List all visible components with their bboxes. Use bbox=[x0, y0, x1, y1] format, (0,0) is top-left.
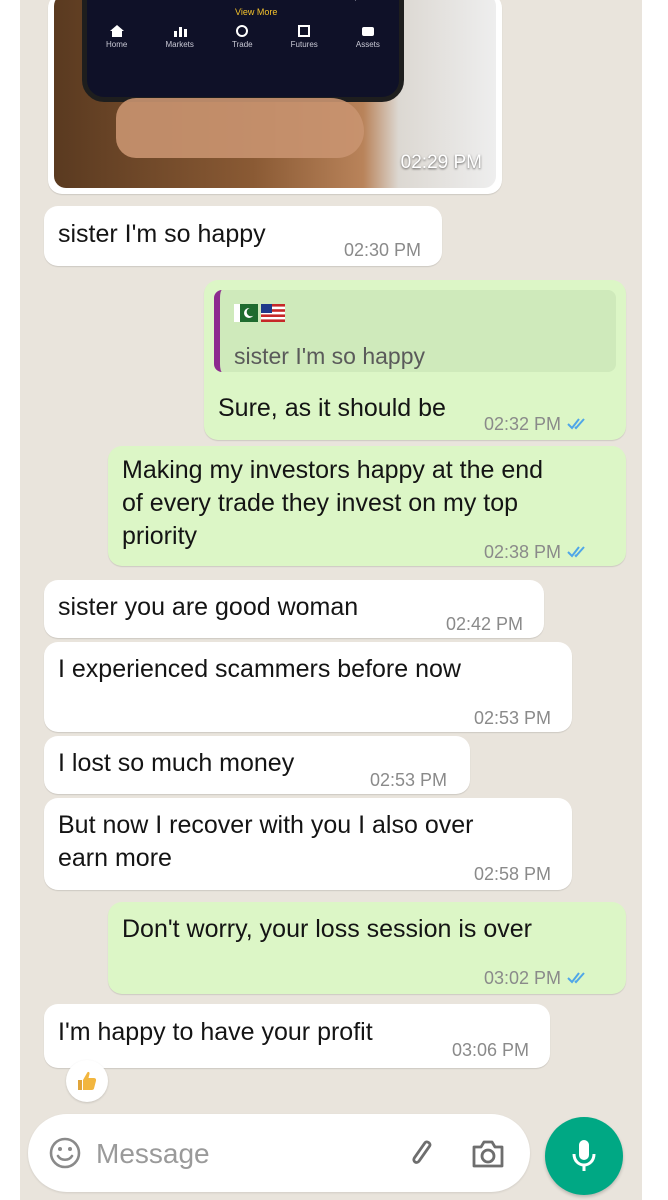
quoted-author bbox=[234, 302, 286, 335]
paperclip-icon[interactable] bbox=[406, 1136, 442, 1172]
message-text: Making my investors happy at the end of … bbox=[122, 456, 544, 550]
trade-icon bbox=[236, 25, 249, 37]
message-text: I'm happy to have your profit bbox=[58, 1018, 373, 1046]
emoji-icon[interactable] bbox=[48, 1136, 82, 1170]
outgoing-message[interactable]: Making my investors happy at the end of … bbox=[108, 446, 626, 566]
message-timestamp: 03:02 PM bbox=[484, 962, 589, 996]
incoming-message[interactable]: I lost so much money 02:53 PM bbox=[44, 736, 470, 794]
message-composer bbox=[28, 1114, 530, 1192]
message-text: sister you are good woman bbox=[58, 593, 359, 621]
message-timestamp: 02:53 PM bbox=[370, 770, 448, 790]
phone-nav-futures: Futures bbox=[291, 25, 318, 49]
image-timestamp: 02:29 PM bbox=[400, 152, 482, 173]
phone-nav-home: Home bbox=[106, 25, 127, 49]
chat-image[interactable]: View More -1.2% $5.63 Home Markets Trade bbox=[54, 0, 496, 188]
message-text: But now I recover with you I also over e… bbox=[58, 811, 474, 872]
finger-in-photo bbox=[116, 98, 364, 158]
quoted-message[interactable]: sister I'm so happy bbox=[214, 290, 616, 372]
read-ticks-icon bbox=[567, 537, 589, 570]
microphone-icon bbox=[572, 1140, 596, 1171]
message-timestamp: 02:53 PM bbox=[474, 708, 552, 728]
message-input[interactable] bbox=[94, 1134, 388, 1174]
message-timestamp: 02:32 PM bbox=[484, 408, 589, 442]
phone-nav-markets: Markets bbox=[165, 25, 194, 49]
message-text: I experienced scammers before now bbox=[58, 655, 461, 683]
phone-view-more-label: View More bbox=[235, 7, 278, 17]
voice-record-button[interactable] bbox=[545, 1117, 623, 1195]
incoming-message[interactable]: But now I recover with you I also over e… bbox=[44, 798, 572, 890]
message-text: Sure, as it should be bbox=[218, 394, 446, 422]
message-timestamp: 02:30 PM bbox=[344, 240, 422, 260]
message-text: Don't worry, your loss session is over bbox=[122, 915, 532, 943]
incoming-message[interactable]: sister I'm so happy 02:30 PM bbox=[44, 206, 442, 266]
home-icon bbox=[109, 25, 124, 37]
bar-chart-icon bbox=[173, 27, 187, 37]
message-timestamp: 02:38 PM bbox=[484, 536, 589, 570]
futures-icon bbox=[298, 25, 311, 37]
image-message[interactable]: View More -1.2% $5.63 Home Markets Trade bbox=[48, 0, 502, 194]
phone-nav-trade: Trade bbox=[232, 25, 253, 49]
thumbs-up-icon[interactable] bbox=[66, 1060, 108, 1102]
incoming-message[interactable]: sister you are good woman 02:42 PM bbox=[44, 580, 544, 638]
incoming-message[interactable]: I'm happy to have your profit 03:06 PM bbox=[44, 1004, 550, 1068]
message-text: I lost so much money bbox=[58, 749, 295, 777]
wallet-icon bbox=[361, 27, 374, 36]
message-timestamp: 02:42 PM bbox=[446, 614, 524, 634]
camera-icon[interactable] bbox=[470, 1136, 506, 1172]
outgoing-reply-message[interactable]: sister I'm so happy Sure, as it should b… bbox=[204, 280, 626, 440]
phone-nav-assets: Assets bbox=[356, 25, 380, 49]
flag-us-icon bbox=[261, 304, 285, 322]
read-ticks-icon bbox=[567, 963, 589, 996]
phone-app-nav: Home Markets Trade Futures Assets bbox=[87, 25, 399, 49]
chat-screen: View More -1.2% $5.63 Home Markets Trade bbox=[20, 0, 642, 1200]
message-text: sister I'm so happy bbox=[58, 220, 266, 248]
quoted-text: sister I'm so happy bbox=[234, 343, 426, 369]
read-ticks-icon bbox=[567, 409, 589, 442]
outgoing-message[interactable]: Don't worry, your loss session is over 0… bbox=[108, 902, 626, 994]
flag-pk-icon bbox=[234, 304, 258, 322]
message-timestamp: 03:06 PM bbox=[452, 1040, 530, 1060]
incoming-message[interactable]: I experienced scammers before now 02:53 … bbox=[44, 642, 572, 732]
phone-in-photo: View More -1.2% $5.63 Home Markets Trade bbox=[82, 0, 404, 102]
message-timestamp: 02:58 PM bbox=[474, 864, 552, 884]
